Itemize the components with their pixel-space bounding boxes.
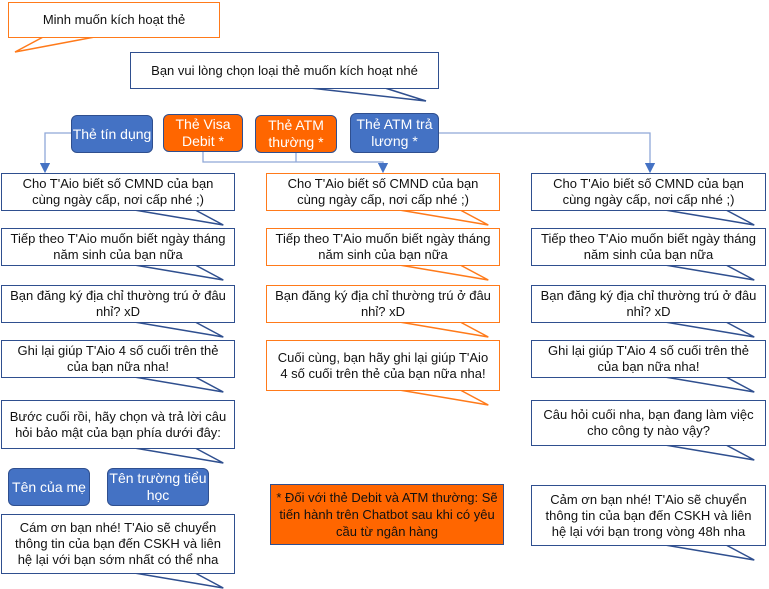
credit-step-security: Bước cuối rồi, hãy chọn và trả lời câu h… — [1, 400, 235, 449]
bubble-tail — [399, 321, 489, 338]
user-bubble-tail — [14, 35, 101, 53]
payroll-step-address: Bạn đăng ký địa chỉ thường trú ở đâu nhỉ… — [531, 285, 766, 323]
chatbot-flow-diagram: Minh muốn kích hoạt thẻ Bạn vui lòng chọ… — [0, 0, 769, 589]
security-option-mother-name[interactable]: Tên của mẹ — [8, 468, 90, 506]
user-message-bubble: Minh muốn kích hoạt thẻ — [8, 2, 220, 38]
note-box: * Đối với thẻ Debit và ATM thường: Sẽ ti… — [270, 484, 504, 545]
payroll-final-message: Cảm ơn bạn nhé! T'Aio sẽ chuyển thông ti… — [531, 485, 766, 546]
payroll-step-card-digits: Ghi lại giúp T'Aio 4 số cuối trên thẻ củ… — [531, 340, 766, 378]
credit-final-message: Cám ơn bạn nhé! T'Aio sẽ chuyển thông ti… — [1, 514, 235, 574]
bot-prompt-bubble: Bạn vui lòng chọn loại thẻ muốn kích hoạ… — [130, 52, 439, 89]
bubble-tail — [399, 209, 489, 226]
security-option-primary-school[interactable]: Tên trường tiểu học — [107, 468, 209, 506]
bubble-tail — [664, 544, 755, 561]
bubble-tail — [399, 389, 489, 406]
debit-step-id: Cho T'Aio biết số CMND của bạn cùng ngày… — [266, 173, 500, 211]
bubble-tail — [664, 321, 755, 338]
debit-step-card-digits: Cuối cùng, bạn hãy ghi lại giúp T'Aio 4 … — [266, 340, 500, 391]
bubble-tail — [134, 209, 224, 226]
option-visa-debit[interactable]: Thẻ Visa Debit * — [163, 114, 243, 152]
bubble-tail — [134, 572, 224, 589]
option-atm-payroll[interactable]: Thẻ ATM trả lương * — [350, 113, 439, 153]
bubble-tail — [134, 447, 224, 464]
payroll-step-birthdate: Tiếp theo T'Aio muốn biết ngày tháng năm… — [531, 228, 766, 266]
prompt-bubble-tail — [309, 87, 427, 102]
connector-payroll — [439, 132, 656, 174]
option-atm-regular[interactable]: Thẻ ATM thường * — [255, 115, 337, 153]
bubble-tail — [664, 264, 755, 281]
connector-credit — [39, 132, 71, 174]
debit-step-birthdate: Tiếp theo T'Aio muốn biết ngày tháng năm… — [266, 228, 500, 266]
bubble-tail — [134, 264, 224, 281]
payroll-step-company: Câu hỏi cuối nha, bạn đang làm việc cho … — [531, 400, 766, 446]
debit-step-address: Bạn đăng ký địa chỉ thường trú ở đâu nhỉ… — [266, 285, 500, 323]
option-credit-card[interactable]: Thẻ tín dụng — [71, 115, 153, 153]
bubble-tail — [664, 444, 755, 461]
bubble-tail — [664, 376, 755, 393]
credit-step-address: Bạn đăng ký địa chỉ thường trú ở đâu nhỉ… — [1, 285, 235, 323]
bubble-tail — [134, 321, 224, 338]
bubble-tail — [664, 209, 755, 226]
credit-step-card-digits: Ghi lại giúp T'Aio 4 số cuối trên thẻ củ… — [1, 340, 235, 378]
credit-step-id: Cho T'Aio biết số CMND của bạn cùng ngày… — [1, 173, 235, 211]
bubble-tail — [399, 264, 489, 281]
bubble-tail — [134, 376, 224, 393]
connector-visa — [202, 152, 389, 174]
payroll-step-id: Cho T'Aio biết số CMND của bạn cùng ngày… — [531, 173, 766, 211]
credit-step-birthdate: Tiếp theo T'Aio muốn biết ngày tháng năm… — [1, 228, 235, 266]
